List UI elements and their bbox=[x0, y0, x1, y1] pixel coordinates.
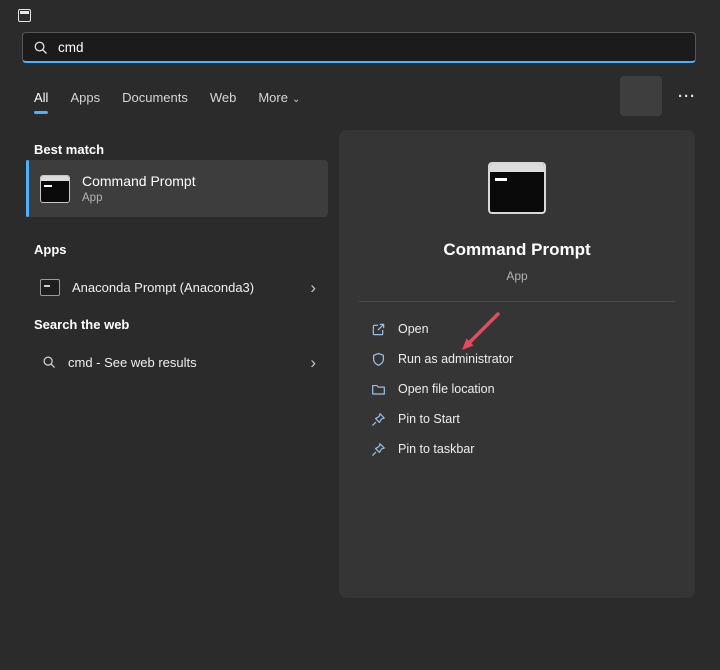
best-match-text: Command Prompt App bbox=[82, 173, 196, 204]
tab-web-label: Web bbox=[210, 90, 237, 105]
divider bbox=[359, 301, 675, 302]
command-prompt-icon-large bbox=[488, 162, 546, 214]
action-pin-to-start[interactable]: Pin to Start bbox=[371, 404, 695, 434]
window-icon bbox=[18, 9, 31, 22]
result-anaconda-prompt[interactable]: Anaconda Prompt (Anaconda3) › bbox=[26, 266, 328, 308]
tab-more-label: More bbox=[258, 90, 288, 105]
chevron-right-icon[interactable]: › bbox=[310, 279, 316, 296]
search-the-web-heading: Search the web bbox=[34, 317, 129, 332]
search-bar[interactable] bbox=[22, 32, 696, 63]
tab-web[interactable]: Web bbox=[210, 90, 237, 114]
result-web-search[interactable]: cmd - See web results › bbox=[26, 341, 328, 383]
best-match-subtitle: App bbox=[82, 192, 196, 204]
shield-icon bbox=[371, 352, 386, 367]
action-label: Pin to taskbar bbox=[398, 442, 474, 456]
tab-all[interactable]: All bbox=[34, 90, 48, 114]
action-pin-to-taskbar[interactable]: Pin to taskbar bbox=[371, 434, 695, 464]
action-open-file-location[interactable]: Open file location bbox=[371, 374, 695, 404]
pin-icon bbox=[371, 412, 386, 427]
selection-accent-bar bbox=[26, 160, 29, 217]
action-label: Pin to Start bbox=[398, 412, 460, 426]
folder-icon bbox=[371, 382, 386, 397]
tab-apps-label: Apps bbox=[70, 90, 100, 105]
action-label: Open bbox=[398, 322, 429, 336]
open-icon bbox=[371, 322, 386, 337]
result-label: Anaconda Prompt (Anaconda3) bbox=[72, 280, 298, 295]
preview-title: Command Prompt bbox=[339, 240, 695, 260]
preview-icon-wrap bbox=[339, 162, 695, 214]
action-open[interactable]: Open bbox=[371, 314, 695, 344]
search-input[interactable] bbox=[58, 40, 685, 55]
command-prompt-icon bbox=[40, 175, 70, 203]
action-list: Open Run as administrator Open file loca… bbox=[371, 314, 695, 464]
action-label: Open file location bbox=[398, 382, 495, 396]
options-ellipsis-button[interactable]: ··· bbox=[678, 88, 696, 105]
tab-documents[interactable]: Documents bbox=[122, 90, 188, 114]
best-match-title: Command Prompt bbox=[82, 173, 196, 189]
chevron-down-icon: ⌄ bbox=[292, 94, 300, 105]
chevron-right-icon[interactable]: › bbox=[310, 354, 316, 371]
search-icon bbox=[42, 355, 56, 369]
anaconda-prompt-icon bbox=[40, 279, 60, 296]
preview-subtitle: App bbox=[339, 269, 695, 283]
action-label: Run as administrator bbox=[398, 352, 513, 366]
tab-more[interactable]: More ⌄ bbox=[258, 90, 300, 114]
best-match-result[interactable]: Command Prompt App bbox=[26, 160, 328, 217]
action-run-as-administrator[interactable]: Run as administrator bbox=[371, 344, 695, 374]
result-label: cmd - See web results bbox=[68, 355, 298, 370]
preview-panel: Command Prompt App Open Run as administr… bbox=[339, 130, 695, 598]
pin-icon bbox=[371, 442, 386, 457]
tab-documents-label: Documents bbox=[122, 90, 188, 105]
apps-heading: Apps bbox=[34, 242, 67, 257]
best-match-heading: Best match bbox=[34, 142, 104, 157]
tab-all-label: All bbox=[34, 90, 48, 105]
search-icon bbox=[33, 40, 48, 55]
search-filter-tabs: All Apps Documents Web More ⌄ bbox=[34, 90, 300, 114]
account-button[interactable] bbox=[620, 76, 662, 116]
tab-apps[interactable]: Apps bbox=[70, 90, 100, 114]
